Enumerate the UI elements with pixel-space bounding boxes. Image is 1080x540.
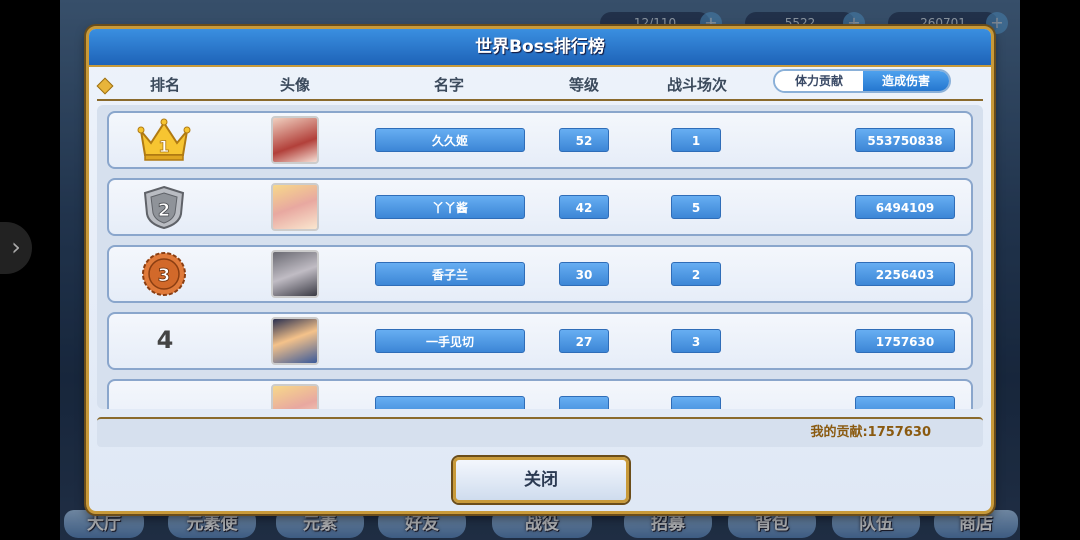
player-name: 久久姬 bbox=[375, 128, 525, 152]
bronze-medal-icon: 3 bbox=[142, 252, 186, 296]
silver-shield-icon: 2 bbox=[143, 185, 185, 230]
col-header-avatar: 头像 bbox=[279, 76, 310, 94]
player-name: 香子兰 bbox=[375, 262, 525, 286]
rank-label: 2 bbox=[158, 200, 171, 221]
col-header-level: 等级 bbox=[568, 76, 599, 94]
damage-value: 553750838 bbox=[855, 128, 955, 152]
header-divider bbox=[97, 99, 983, 101]
player-name: 丫丫酱 bbox=[375, 195, 525, 219]
player-level: 30 bbox=[559, 262, 609, 286]
avatar[interactable] bbox=[271, 183, 319, 231]
col-header-name: 名字 bbox=[433, 76, 464, 94]
player-name bbox=[375, 396, 525, 409]
close-button[interactable]: 关闭 bbox=[453, 457, 629, 503]
screen: › 12/110 + 5522 + 260701 + 大厅 元素使 元素 好友 … bbox=[0, 0, 1080, 540]
ranking-row[interactable]: 4 一手见切 27 3 1757630 bbox=[107, 312, 973, 370]
battle-count: 5 bbox=[671, 195, 721, 219]
my-contribution: 我的贡献:1757630 bbox=[810, 425, 931, 440]
player-level: 27 bbox=[559, 329, 609, 353]
ranking-row[interactable]: 1 久久姬 52 1 553750838 bbox=[107, 111, 973, 169]
col-header-rank: 排名 bbox=[149, 76, 180, 94]
damage-value: 2256403 bbox=[855, 262, 955, 286]
ranking-row[interactable] bbox=[107, 379, 973, 409]
battle-count: 2 bbox=[671, 262, 721, 286]
player-name: 一手见切 bbox=[375, 329, 525, 353]
player-level bbox=[559, 396, 609, 409]
tab-stamina-contribution[interactable]: 体力贡献 bbox=[775, 71, 863, 91]
avatar[interactable] bbox=[271, 250, 319, 298]
avatar[interactable] bbox=[271, 384, 319, 409]
gold-crown-icon: 1 bbox=[137, 118, 191, 161]
battle-count: 3 bbox=[671, 329, 721, 353]
ranking-list[interactable]: 1 久久姬 52 1 553750838 2 丫丫酱 42 5 6494109 … bbox=[97, 105, 983, 409]
ranking-mode-toggle: 体力贡献 造成伤害 bbox=[773, 69, 951, 93]
dialog-title: 世界Boss排行榜 bbox=[475, 37, 605, 57]
battle-count: 1 bbox=[671, 128, 721, 152]
damage-value bbox=[855, 396, 955, 409]
tab-damage-dealt[interactable]: 造成伤害 bbox=[863, 71, 949, 91]
player-level: 52 bbox=[559, 128, 609, 152]
rank-label: 4 bbox=[156, 326, 174, 354]
rank-label: 3 bbox=[158, 265, 171, 286]
damage-value: 1757630 bbox=[855, 329, 955, 353]
avatar[interactable] bbox=[271, 317, 319, 365]
my-contribution-bar: 我的贡献:1757630 bbox=[97, 417, 983, 447]
ranking-row[interactable]: 3 香子兰 30 2 2256403 bbox=[107, 245, 973, 303]
world-boss-ranking-dialog: 世界Boss排行榜 排名 头像 名字 等级 战斗场次 体力贡献 造成伤害 1 久… bbox=[86, 26, 994, 514]
diamond-icon bbox=[96, 77, 114, 95]
expand-arrow-icon[interactable]: › bbox=[0, 222, 32, 274]
avatar[interactable] bbox=[271, 116, 319, 164]
damage-value: 6494109 bbox=[855, 195, 955, 219]
col-header-battles: 战斗场次 bbox=[666, 76, 727, 94]
ranking-row[interactable]: 2 丫丫酱 42 5 6494109 bbox=[107, 178, 973, 236]
battle-count bbox=[671, 396, 721, 409]
player-level: 42 bbox=[559, 195, 609, 219]
rank-label: 1 bbox=[158, 137, 169, 156]
